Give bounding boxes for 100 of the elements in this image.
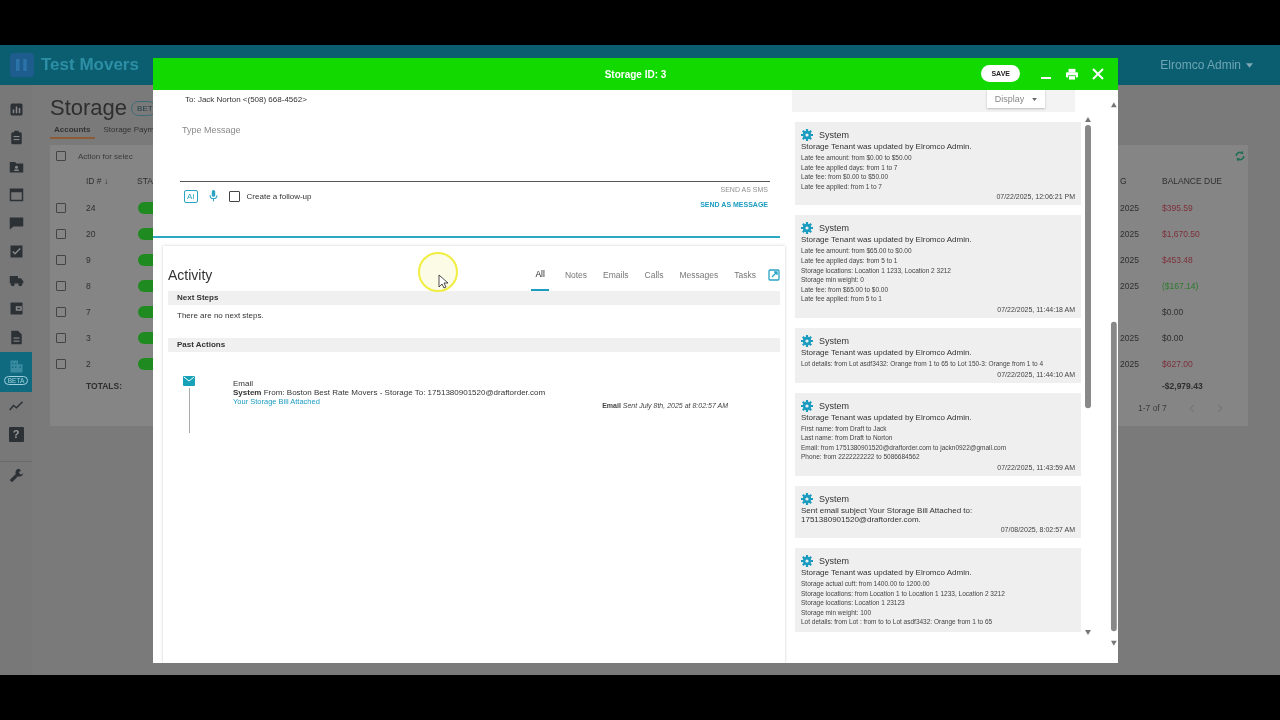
display-dropdown[interactable]: Display xyxy=(986,90,1046,108)
log-message: Sent email subject Your Storage Bill Attached to: 1751380901520@draftorder.com. xyxy=(801,505,974,524)
table-cell: $627.00 xyxy=(1162,359,1193,369)
log-author: System xyxy=(819,555,849,566)
status-pill xyxy=(138,228,153,240)
action-summary: System From: Boston Best Rate Movers - Storage To: 1751380901520@draftorder.com xyxy=(233,388,547,397)
status-pill xyxy=(138,280,153,292)
refresh-icon[interactable] xyxy=(1234,150,1246,162)
tab[interactable]: Messages xyxy=(679,258,719,291)
gear-icon xyxy=(801,334,813,347)
recipient-line: To: Jack Norton <(508) 668-4562> xyxy=(185,95,308,104)
tab[interactable]: Emails xyxy=(603,258,629,291)
gear-icon xyxy=(801,554,813,567)
table-cell-text: 2 xyxy=(86,359,92,369)
status-pill xyxy=(138,332,153,344)
page-title: Storage xyxy=(50,95,128,121)
checkbox[interactable] xyxy=(56,307,66,317)
table-cell: $453.48 xyxy=(1162,255,1193,265)
external-link-icon[interactable] xyxy=(768,268,780,281)
checkbox[interactable] xyxy=(56,359,66,369)
totals-value: -$2,979.43 xyxy=(1162,381,1203,391)
log-message: Storage Tenant was updated by Elromco Admin. xyxy=(801,235,973,245)
column-header: BALANCE DUE xyxy=(1162,176,1223,186)
table-cell-text: 7 xyxy=(86,307,92,317)
log-message: Storage Tenant was updated by Elromco Admin. xyxy=(801,347,973,357)
log-author: System xyxy=(819,400,849,411)
table-cell: 2025 xyxy=(1120,333,1139,343)
log-message: Storage Tenant was updated by Elromco Admin. xyxy=(801,412,973,422)
envelope-icon xyxy=(183,376,195,386)
table-cell-text: 20 xyxy=(86,229,97,239)
table-cell-text: 24 xyxy=(86,203,97,213)
status-pill xyxy=(138,358,153,370)
document-icon xyxy=(8,329,24,345)
checkbox[interactable] xyxy=(56,229,66,239)
checkbox[interactable] xyxy=(56,203,66,213)
table-cell-text: 3 xyxy=(86,333,92,343)
section-header: Past Actions xyxy=(168,338,780,352)
log-author: System xyxy=(819,493,849,504)
action-type: Email xyxy=(233,379,254,388)
microphone-icon[interactable] xyxy=(206,190,220,202)
calendar-icon xyxy=(8,187,24,203)
bulk-action-field[interactable]: Action for selec xyxy=(78,151,133,161)
wrench-icon xyxy=(8,467,24,483)
gear-icon xyxy=(801,129,813,141)
close-icon[interactable] xyxy=(1092,67,1104,80)
totals-label: TOTALS: xyxy=(86,381,124,391)
table-cell: 2025 xyxy=(1120,281,1139,291)
table-cell: 2025 xyxy=(1120,229,1139,239)
checkbox[interactable] xyxy=(56,255,66,265)
log-author: System xyxy=(819,335,849,346)
table-cell: $1,670.50 xyxy=(1162,229,1200,239)
tab[interactable]: Accounts xyxy=(50,123,96,139)
log-message: Storage Tenant was updated by Elromco Admin. xyxy=(801,567,973,577)
cursor-highlight xyxy=(418,252,458,292)
checkbox-label: Create a follow-up xyxy=(246,191,312,201)
cursor-icon xyxy=(438,274,448,289)
log-author: System xyxy=(819,130,849,140)
section-title: Activity xyxy=(168,266,213,283)
checkbox[interactable] xyxy=(56,151,66,161)
log-author: System xyxy=(819,223,849,234)
table-cell-text: 8 xyxy=(86,281,92,291)
chat-icon xyxy=(8,215,24,231)
table-cell: 2025 xyxy=(1120,255,1139,265)
checkbox[interactable] xyxy=(56,281,66,291)
checkbox[interactable] xyxy=(228,190,240,202)
building-icon xyxy=(8,358,24,374)
table-cell: 2025 xyxy=(1120,359,1139,369)
wallet-icon xyxy=(8,301,24,317)
modal-title: Storage ID: 3 xyxy=(604,68,667,80)
table-cell: 2025 xyxy=(1120,203,1139,213)
tab[interactable]: Notes xyxy=(564,258,588,291)
gear-icon xyxy=(801,492,813,505)
table-cell: $0.00 xyxy=(1162,333,1184,343)
status-pill xyxy=(138,306,153,318)
checkbox[interactable] xyxy=(56,333,66,343)
table-cell: ($167.14) xyxy=(1162,281,1199,291)
checkbox-icon xyxy=(8,244,24,260)
help-icon: ? xyxy=(8,426,24,442)
status-pill xyxy=(138,254,153,266)
sidebar-item[interactable]: ? xyxy=(0,420,32,449)
logo-icon xyxy=(10,53,34,77)
tab[interactable]: Tasks xyxy=(734,258,756,291)
table-cell-text: 9 xyxy=(86,255,92,265)
log-message: Storage Tenant was updated by Elromco Admin. xyxy=(801,142,973,151)
printer-icon[interactable] xyxy=(1066,67,1078,80)
tab[interactable]: Calls xyxy=(644,258,664,291)
section-header: Next Steps xyxy=(168,291,780,305)
column-header: STA xyxy=(136,176,153,186)
pagination-label: 1-7 of 7 xyxy=(1138,403,1167,413)
caret-icon xyxy=(1032,97,1038,101)
status-pill xyxy=(138,202,153,214)
timeline-line xyxy=(189,388,190,433)
user-menu[interactable]: Elromco Admin xyxy=(1160,58,1253,72)
table-cell: $0.00 xyxy=(1162,307,1184,317)
clipboard-icon xyxy=(8,130,24,146)
table-cell: $395.59 xyxy=(1162,203,1193,213)
gear-icon xyxy=(801,222,813,235)
chart-icon xyxy=(8,101,24,117)
ai-button[interactable]: AI xyxy=(184,189,198,203)
column-header[interactable]: ID # ↓ xyxy=(86,176,136,186)
